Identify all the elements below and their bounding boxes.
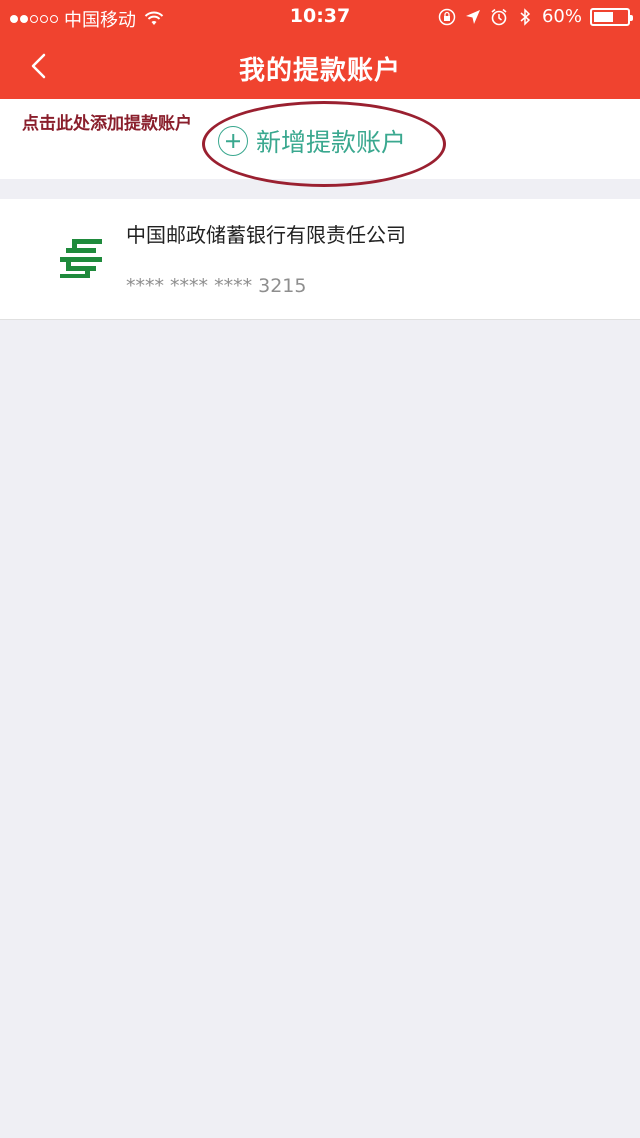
nav-bar: 我的提款账户: [0, 34, 640, 99]
bluetooth-icon: [520, 7, 531, 26]
add-account-button[interactable]: 新增提款账户: [218, 121, 406, 161]
bank-name: 中国邮政储蓄银行有限责任公司: [126, 223, 406, 247]
add-account-label: 新增提款账户: [256, 128, 407, 157]
battery-icon: [590, 7, 633, 26]
orientation-lock-icon: [438, 8, 456, 25]
add-account-section: 点击此处添加提款账户 新增提款账户: [0, 99, 640, 187]
page-title: 我的提款账户: [238, 56, 401, 86]
alarm-icon: [491, 8, 507, 25]
status-right: 60%: [438, 6, 633, 27]
app-header: 中国移动 10:37 60% 我的提款账户: [0, 0, 640, 99]
battery-fill: [594, 11, 614, 22]
card-number: **** **** **** 3215: [126, 275, 307, 297]
location-arrow-icon: [465, 9, 480, 24]
plus-circle-icon: [218, 126, 248, 156]
status-bar: 中国移动 10:37 60%: [0, 0, 640, 34]
annotation-text: 点击此处添加提款账户: [22, 114, 192, 134]
postal-bank-logo-icon: [60, 239, 102, 278]
battery-percent: 60%: [541, 6, 582, 27]
bank-account-card[interactable]: 中国邮政储蓄银行有限责任公司 **** **** **** 3215: [0, 199, 640, 320]
